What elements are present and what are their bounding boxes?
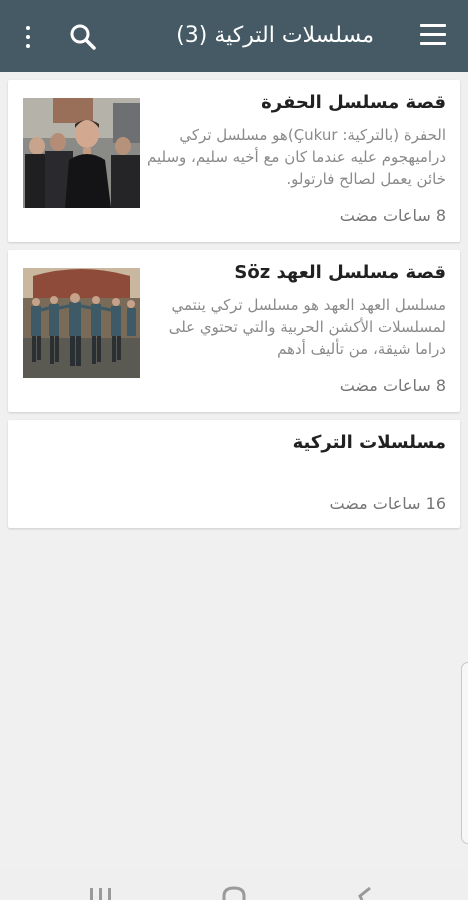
search-icon[interactable] xyxy=(68,22,98,52)
recent-apps-icon[interactable] xyxy=(88,886,114,900)
app-bar: مسلسلات التركية (3) xyxy=(0,0,468,72)
article-thumbnail xyxy=(23,268,140,378)
article-title: مسلسلات التركية xyxy=(292,432,446,453)
article-card[interactable]: قصة مسلسل العهد Söz مسلسل العهد العهد هو… xyxy=(8,250,460,412)
more-vert-icon[interactable] xyxy=(18,24,38,50)
article-thumbnail xyxy=(23,98,140,208)
edge-panel-handle[interactable] xyxy=(461,662,468,844)
article-time: 8 ساعات مضت xyxy=(339,376,446,395)
article-description: مسلسل العهد العهد هو مسلسل تركي ينتمي لم… xyxy=(168,296,446,358)
article-card[interactable]: مسلسلات التركية 16 ساعات مضت xyxy=(8,420,460,528)
system-nav-bar xyxy=(0,868,468,900)
menu-icon[interactable] xyxy=(420,24,446,46)
home-icon[interactable] xyxy=(220,886,248,900)
article-time: 16 ساعات مضت xyxy=(329,494,446,513)
back-icon[interactable] xyxy=(354,886,374,900)
article-description: الحفرة (بالتركية: Çukur)هو مسلسل تركي در… xyxy=(146,126,446,188)
page-title: مسلسلات التركية (3) xyxy=(176,23,374,48)
article-time: 8 ساعات مضت xyxy=(339,206,446,225)
article-title: قصة مسلسل الحفرة xyxy=(261,92,446,113)
article-title: قصة مسلسل العهد Söz xyxy=(234,262,446,283)
article-card[interactable]: قصة مسلسل الحفرة الحفرة (بالتركية: Çukur… xyxy=(8,80,460,242)
